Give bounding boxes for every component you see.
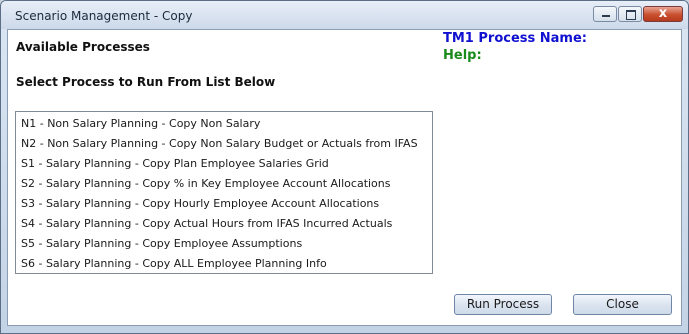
process-list-item-s5[interactable]: S5 - Salary Planning - Copy Employee Ass…: [16, 234, 432, 254]
window-close-button[interactable]: x: [643, 6, 683, 22]
dialog-content: Available Processes Select Process to Ru…: [7, 29, 682, 326]
available-processes-heading: Available Processes: [16, 40, 150, 54]
close-button[interactable]: Close: [573, 294, 672, 315]
process-list-item-s2[interactable]: S2 - Salary Planning - Copy % in Key Emp…: [16, 174, 432, 194]
process-list-item-s1[interactable]: S1 - Salary Planning - Copy Plan Employe…: [16, 154, 432, 174]
process-list-item-n1[interactable]: N1 - Non Salary Planning - Copy Non Sala…: [16, 114, 432, 134]
close-icon: x: [658, 6, 668, 21]
scenario-management-copy-window: Scenario Management - Copy x Available P…: [0, 0, 689, 334]
process-list-item-n2[interactable]: N2 - Non Salary Planning - Copy Non Sala…: [16, 134, 432, 154]
help-label: Help:: [443, 48, 482, 63]
maximize-button[interactable]: [618, 6, 642, 22]
process-list-item-s6[interactable]: S6 - Salary Planning - Copy ALL Employee…: [16, 254, 432, 274]
process-list[interactable]: N1 - Non Salary Planning - Copy Non Sala…: [15, 111, 433, 274]
maximize-icon: [626, 10, 636, 20]
tm1-process-name-label: TM1 Process Name:: [443, 31, 587, 46]
window-title: Scenario Management - Copy: [15, 9, 193, 23]
select-process-heading: Select Process to Run From List Below: [16, 75, 276, 89]
process-list-item-s3[interactable]: S3 - Salary Planning - Copy Hourly Emplo…: [16, 194, 432, 214]
process-list-item-s4[interactable]: S4 - Salary Planning - Copy Actual Hours…: [16, 214, 432, 234]
title-bar[interactable]: Scenario Management - Copy x: [1, 1, 688, 29]
minimize-icon: [602, 15, 610, 17]
run-process-button[interactable]: Run Process: [454, 294, 552, 315]
minimize-button[interactable]: [593, 6, 617, 22]
